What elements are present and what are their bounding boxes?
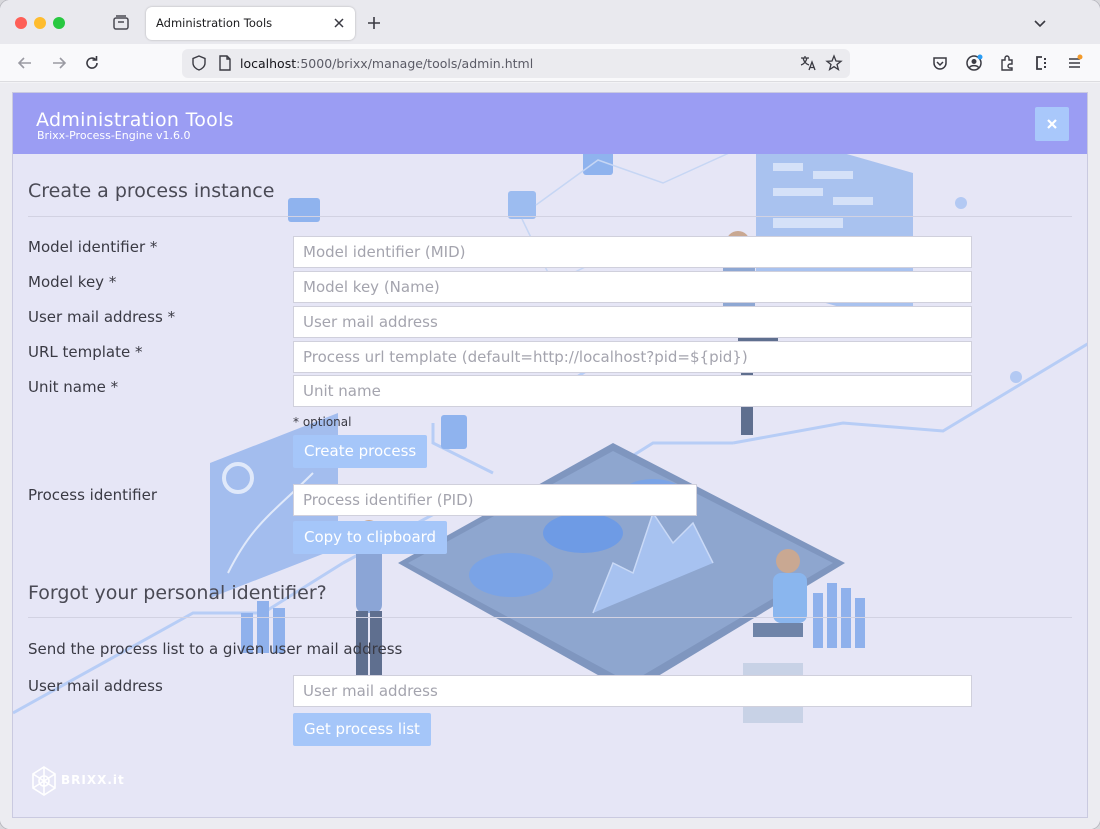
account-icon[interactable]: [964, 53, 984, 73]
page-title: Administration Tools: [36, 109, 234, 131]
brixx-logo: BRIXX.it: [27, 761, 127, 801]
close-icon: [1047, 119, 1057, 129]
bookmark-star-icon[interactable]: [825, 54, 843, 72]
menu-icon[interactable]: [1065, 53, 1085, 73]
model-identifier-input[interactable]: [293, 236, 972, 268]
translate-icon[interactable]: [799, 54, 817, 72]
forward-arrow-icon[interactable]: [49, 53, 69, 73]
url-path: :5000/brixx/manage/tools/admin.html: [296, 56, 534, 71]
navigation-bar: localhost:5000/brixx/manage/tools/admin.…: [0, 44, 1100, 82]
section-divider: [28, 216, 1072, 217]
url-host: localhost: [240, 56, 297, 71]
window-minimize-dot[interactable]: [34, 17, 46, 29]
create-process-button[interactable]: Create process: [293, 435, 428, 468]
user-mail-label: User mail address *: [28, 308, 176, 326]
page-viewport: Administration Tools Brixx-Process-Engin…: [0, 83, 1100, 829]
url-template-input[interactable]: [293, 341, 972, 373]
unit-name-label: Unit name *: [28, 378, 119, 396]
page-icon[interactable]: [216, 54, 234, 72]
chevron-down-icon[interactable]: [1030, 13, 1050, 33]
tab-admin-tools[interactable]: Administration Tools: [146, 7, 355, 40]
admin-panel: Administration Tools Brixx-Process-Engin…: [12, 92, 1088, 818]
model-key-input[interactable]: [293, 271, 972, 303]
url-template-label: URL template *: [28, 343, 143, 361]
panel-header: Administration Tools Brixx-Process-Engin…: [13, 93, 1087, 154]
optional-hint: * optional: [293, 415, 352, 429]
process-identifier-label: Process identifier: [28, 486, 157, 504]
sidebar-extension-icon[interactable]: [1031, 53, 1051, 73]
tab-close-icon[interactable]: [331, 15, 347, 31]
tab-list-icon[interactable]: [110, 12, 132, 34]
process-identifier-input[interactable]: [293, 484, 697, 516]
shield-icon[interactable]: [190, 54, 208, 72]
section-divider: [28, 617, 1072, 618]
reload-icon[interactable]: [82, 53, 102, 73]
pocket-icon[interactable]: [930, 53, 950, 73]
address-bar[interactable]: localhost:5000/brixx/manage/tools/admin.…: [182, 49, 850, 78]
get-process-list-button[interactable]: Get process list: [293, 713, 431, 746]
extensions-icon[interactable]: [997, 53, 1017, 73]
brand-text: BRIXX.it: [61, 773, 125, 787]
unit-name-input[interactable]: [293, 375, 972, 407]
forgot-user-mail-input[interactable]: [293, 675, 972, 707]
model-key-label: Model key *: [28, 273, 117, 291]
back-arrow-icon[interactable]: [15, 53, 35, 73]
tab-title: Administration Tools: [156, 16, 273, 30]
new-tab-icon[interactable]: [364, 13, 384, 33]
version-subtitle: Brixx-Process-Engine v1.6.0: [37, 129, 191, 142]
copy-to-clipboard-button[interactable]: Copy to clipboard: [293, 521, 448, 554]
close-button[interactable]: [1035, 107, 1069, 141]
window-close-dot[interactable]: [15, 17, 27, 29]
tab-strip: Administration Tools: [0, 0, 1100, 44]
user-mail-input[interactable]: [293, 306, 972, 338]
browser-window: Administration Tools localhost:5000/brix…: [0, 0, 1100, 829]
brixx-logo-icon: [32, 766, 56, 796]
create-section-title: Create a process instance: [28, 180, 275, 202]
url-text[interactable]: localhost:5000/brixx/manage/tools/admin.…: [240, 56, 533, 71]
send-process-list-text: Send the process list to a given user ma…: [28, 640, 403, 658]
forgot-user-mail-label: User mail address: [28, 677, 163, 695]
forgot-section-title: Forgot your personal identifier?: [28, 582, 327, 604]
window-zoom-dot[interactable]: [53, 17, 65, 29]
model-identifier-label: Model identifier *: [28, 238, 158, 256]
